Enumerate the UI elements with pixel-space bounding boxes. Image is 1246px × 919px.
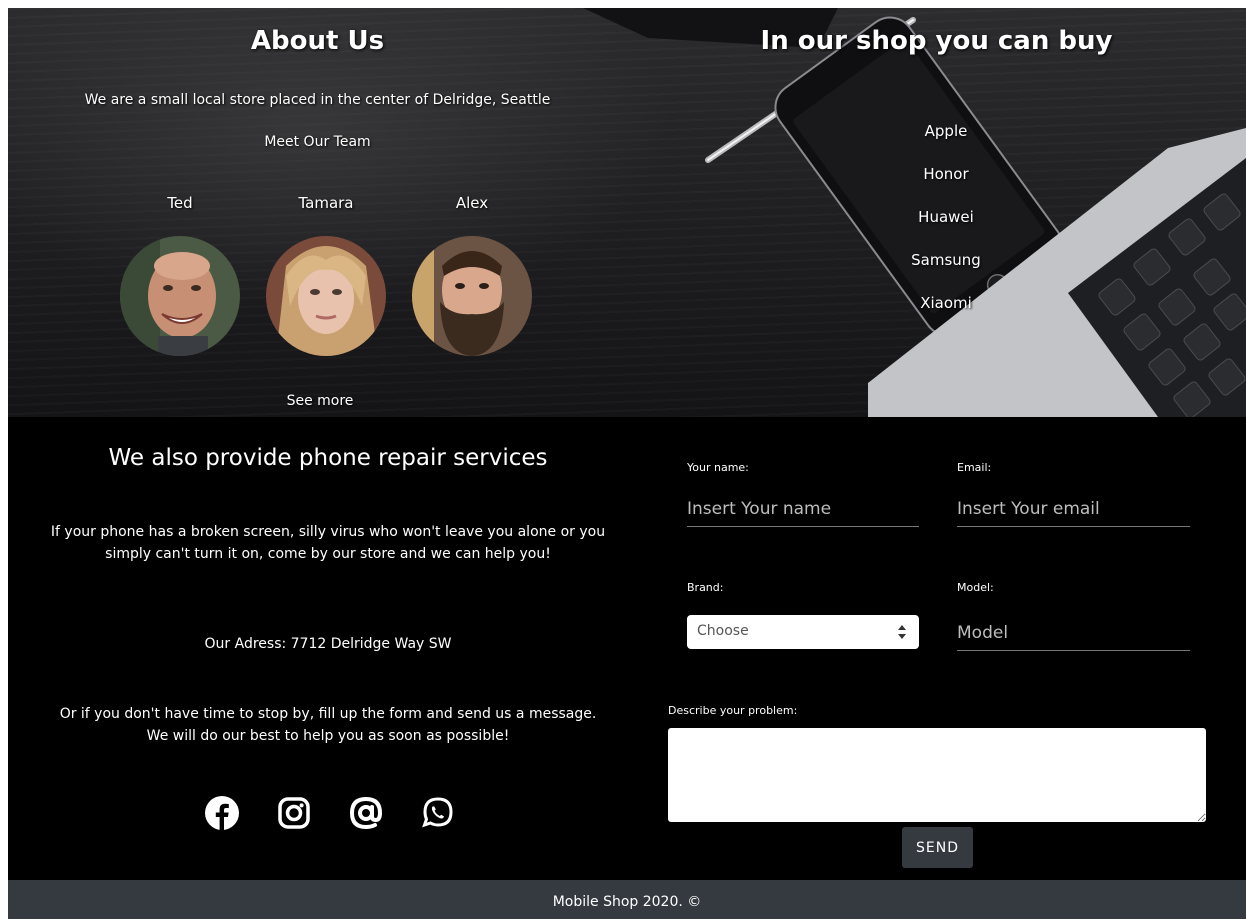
send-button[interactable]: SEND — [902, 827, 973, 868]
repair-title: We also provide phone repair services — [108, 445, 548, 471]
about-us-title: About Us — [250, 26, 385, 56]
footer-copyright: Mobile Shop 2020. © — [552, 894, 702, 910]
team-member-tamara: Tamara — [256, 194, 396, 356]
brand-item-honor: Honor — [923, 165, 969, 183]
problem-textarea[interactable] — [668, 728, 1206, 822]
about-us-text: We are a small local store placed in the… — [84, 92, 551, 108]
email-input[interactable] — [957, 491, 1190, 527]
team-member-ted: Ted — [110, 194, 250, 356]
name-input[interactable] — [687, 491, 919, 527]
form-invitation-text: Or if you don't have time to stop by, fi… — [59, 706, 597, 744]
brand-select-value: Choose — [697, 623, 749, 639]
email-at-icon[interactable] — [348, 795, 384, 831]
brand-item-xiaomi: Xiaomi — [920, 294, 972, 312]
problem-label: Describe your problem: — [668, 704, 798, 717]
avatar — [120, 236, 240, 356]
instagram-icon[interactable] — [276, 795, 312, 831]
brand-list: Apple Honor Huawei Samsung Xiaomi — [846, 122, 1046, 337]
brand-select[interactable]: Choose — [687, 615, 919, 649]
see-more-link[interactable]: See more — [270, 393, 370, 409]
member-name: Tamara — [298, 194, 354, 212]
brand-item-samsung: Samsung — [911, 251, 981, 269]
avatar — [266, 236, 386, 356]
shop-brands-title: In our shop you can buy — [760, 26, 1113, 56]
page: About Us We are a small local store plac… — [8, 8, 1246, 919]
footer: Mobile Shop 2020. © — [8, 880, 1246, 919]
model-input[interactable] — [957, 615, 1190, 651]
select-updown-icon — [898, 625, 906, 639]
store-address: Our Adress: 7712 Delridge Way SW — [204, 636, 452, 652]
email-label: Email: — [957, 461, 992, 474]
meet-team-heading: Meet Our Team — [264, 134, 371, 150]
member-name: Ted — [167, 194, 193, 212]
model-label: Model: — [957, 581, 994, 594]
brand-item-huawei: Huawei — [918, 208, 974, 226]
team-member-alex: Alex — [402, 194, 542, 356]
repair-description: If your phone has a broken screen, silly… — [50, 524, 606, 562]
social-links — [204, 795, 464, 835]
brand-label: Brand: — [687, 581, 724, 594]
brand-item-apple: Apple — [924, 122, 968, 140]
avatar — [412, 236, 532, 356]
hero-section: About Us We are a small local store plac… — [8, 8, 1246, 417]
name-label: Your name: — [687, 461, 749, 474]
whatsapp-icon[interactable] — [420, 795, 456, 831]
facebook-icon[interactable] — [204, 795, 240, 831]
member-name: Alex — [455, 194, 489, 212]
repair-section: We also provide phone repair services If… — [8, 417, 1246, 880]
